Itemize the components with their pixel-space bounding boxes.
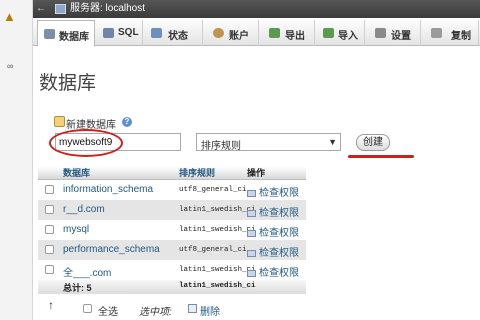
table-row: 全___.com latin1_swedish_ci 检查权限 <box>38 260 306 280</box>
arrow-up-icon: ↑ <box>48 298 54 312</box>
bulk-actions-bar: ↑ 全选 选中项: 删除 <box>38 298 268 318</box>
database-collation: latin1_swedish_ci <box>179 226 256 234</box>
collation-select[interactable]: 排序规则 ▼ <box>196 133 341 152</box>
header-database[interactable]: 数据库 <box>63 166 90 180</box>
collapse-arrow-icon[interactable]: ▲ <box>3 9 16 24</box>
main-tab-bar: 数据库 SQL 状态 账户 导出 导入 设置 复制 <box>33 18 480 47</box>
database-name-link[interactable]: 全___.com <box>63 264 111 279</box>
tab-databases[interactable]: 数据库 <box>37 20 95 47</box>
database-name-link[interactable]: r__d.com <box>63 204 105 215</box>
check-privileges-link[interactable]: 检查权限 <box>247 264 299 279</box>
check-privileges-link[interactable]: 检查权限 <box>247 204 299 219</box>
table-row: mysql latin1_swedish_ci 检查权限 <box>38 220 306 240</box>
server-icon <box>55 4 66 14</box>
with-selected-label: 选中项: <box>139 307 172 318</box>
collation-select-value: 排序规则 <box>201 141 241 152</box>
total-count: 总计: 5 <box>63 283 92 293</box>
privileges-icon <box>247 210 256 217</box>
row-checkbox[interactable] <box>45 225 54 234</box>
server-bar: ← 服务器: localhost <box>33 0 480 18</box>
create-button[interactable]: 创建 <box>356 134 390 151</box>
check-privileges-link[interactable]: 检查权限 <box>247 224 299 239</box>
database-collation: latin1_swedish_ci <box>179 206 256 214</box>
create-database-label: 新建数据库 <box>66 120 116 131</box>
tab-accounts[interactable]: 账户 <box>203 20 259 46</box>
page-title: 数据库 <box>39 73 97 94</box>
tab-replication[interactable]: 复制 <box>421 20 479 46</box>
left-navigation-panel: ▲ ∞ <box>0 0 33 320</box>
table-row: r__d.com latin1_swedish_ci 检查权限 <box>38 200 306 220</box>
privileges-icon <box>247 230 256 237</box>
header-collation[interactable]: 排序规则 <box>179 166 215 180</box>
back-arrow-icon[interactable]: ← <box>35 3 47 15</box>
tab-status[interactable]: 状态 <box>143 20 203 46</box>
tab-settings[interactable]: 设置 <box>365 20 421 46</box>
row-checkbox[interactable] <box>45 245 54 254</box>
status-icon <box>151 28 162 38</box>
settings-icon <box>375 28 386 38</box>
replication-icon <box>431 28 442 38</box>
check-privileges-link[interactable]: 检查权限 <box>247 244 299 259</box>
delete-link[interactable]: 删除 <box>200 303 220 318</box>
link-icon[interactable]: ∞ <box>7 61 13 71</box>
red-underline-mark <box>348 155 414 158</box>
table-row: performance_schema utf8_general_ci 检查权限 <box>38 240 306 260</box>
row-checkbox[interactable] <box>45 205 54 214</box>
privileges-icon <box>247 250 256 257</box>
sql-icon <box>103 28 114 38</box>
check-privileges-link[interactable]: 检查权限 <box>247 184 299 199</box>
header-action: 操作 <box>247 168 266 178</box>
table-total-row: 总计: 5 latin1_swedish_ci <box>38 280 306 294</box>
tab-export[interactable]: 导出 <box>259 20 315 46</box>
tab-sql[interactable]: SQL <box>95 20 143 46</box>
import-icon <box>323 28 334 38</box>
privileges-icon <box>247 270 256 277</box>
accounts-icon <box>213 28 224 38</box>
database-collation: utf8_general_ci <box>179 186 247 194</box>
export-icon <box>269 28 280 38</box>
table-row: information_schema utf8_general_ci 检查权限 <box>38 180 306 200</box>
database-name-link[interactable]: information_schema <box>63 184 153 195</box>
server-breadcrumb[interactable]: 服务器: localhost <box>70 3 145 15</box>
row-checkbox[interactable] <box>45 265 54 274</box>
database-collation: latin1_swedish_ci <box>179 266 256 274</box>
database-name-link[interactable]: mysql <box>63 224 89 235</box>
select-all-checkbox[interactable] <box>83 304 92 313</box>
select-all-label[interactable]: 全选 <box>98 303 118 318</box>
database-name-link[interactable]: performance_schema <box>63 244 160 255</box>
total-collation: latin1_swedish_ci <box>179 282 256 290</box>
database-name-input[interactable] <box>55 133 181 151</box>
chevron-down-icon: ▼ <box>328 137 337 147</box>
tab-import[interactable]: 导入 <box>315 20 365 46</box>
database-icon <box>44 29 55 39</box>
row-checkbox[interactable] <box>45 185 54 194</box>
delete-icon[interactable] <box>188 304 197 313</box>
privileges-icon <box>247 190 256 197</box>
database-collation: utf8_general_ci <box>179 246 247 254</box>
help-icon[interactable]: ? <box>122 117 132 127</box>
new-database-icon <box>54 116 65 127</box>
